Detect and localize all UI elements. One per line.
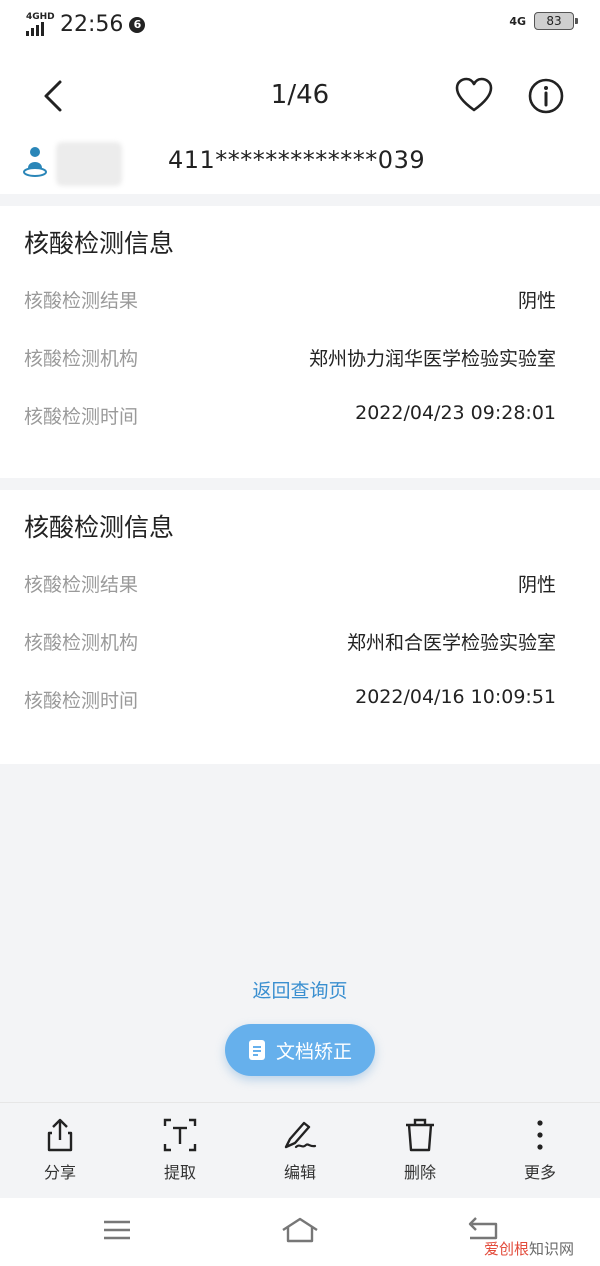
battery-icon: 83 bbox=[534, 12, 578, 30]
edit-label: 编辑 bbox=[283, 1163, 316, 1182]
edit-button[interactable]: 编辑 bbox=[250, 1117, 350, 1183]
row-value: 2022/04/23 09:28:01 bbox=[355, 402, 556, 424]
page-indicator: 1/46 bbox=[270, 80, 330, 110]
favorite-button[interactable] bbox=[454, 76, 494, 116]
row-label: 核酸检测时间 bbox=[24, 690, 139, 712]
extract-label: 提取 bbox=[163, 1163, 196, 1182]
status-bar: 4GHD 22:56 6 4G 83 bbox=[0, 0, 600, 50]
more-label: 更多 bbox=[523, 1163, 556, 1182]
fab-label: 文档矫正 bbox=[275, 1040, 352, 1063]
watermark-brand: 爱创根 bbox=[483, 1240, 529, 1258]
row-label: 核酸检测时间 bbox=[24, 406, 139, 428]
institution-row: 核酸检测机构 郑州和合医学检验实验室 bbox=[24, 628, 556, 658]
notification-count-badge: 6 bbox=[129, 16, 146, 33]
extract-button[interactable]: 提取 bbox=[130, 1117, 230, 1183]
clock: 22:56 bbox=[60, 12, 124, 37]
test-record-card: 核酸检测信息 核酸检测结果 阴性 核酸检测机构 郑州协力润华医学检验实验室 核酸… bbox=[0, 206, 600, 478]
document-correction-button[interactable]: 文档矫正 bbox=[225, 1024, 375, 1076]
watermark: 爱创根知识网 bbox=[484, 1238, 574, 1259]
more-vertical-icon bbox=[537, 1120, 543, 1150]
share-icon bbox=[47, 1118, 73, 1152]
id-row: 411*************039 bbox=[0, 142, 600, 194]
row-label: 核酸检测机构 bbox=[24, 348, 139, 370]
signal-indicator: 4GHD bbox=[26, 11, 55, 36]
network-4g-indicator: 4G bbox=[509, 14, 526, 28]
nav-home-button[interactable] bbox=[280, 1214, 320, 1246]
status-left: 4GHD 22:56 6 bbox=[26, 11, 146, 37]
menu-icon bbox=[104, 1220, 130, 1240]
row-value: 郑州和合医学检验实验室 bbox=[346, 632, 556, 654]
top-app-bar: 1/46 bbox=[0, 50, 600, 142]
delete-label: 删除 bbox=[403, 1163, 436, 1182]
text-extract-icon bbox=[163, 1118, 197, 1152]
bottom-toolbar: 分享 提取 编辑 删除 更多 bbox=[0, 1102, 600, 1199]
institution-row: 核酸检测机构 郑州协力润华医学检验实验室 bbox=[24, 344, 556, 374]
battery-level: 83 bbox=[546, 14, 562, 28]
result-row: 核酸检测结果 阴性 bbox=[24, 286, 556, 316]
delete-button[interactable]: 删除 bbox=[370, 1117, 470, 1183]
info-icon bbox=[528, 78, 564, 114]
heart-icon bbox=[455, 77, 493, 112]
info-button[interactable] bbox=[526, 76, 566, 116]
row-value: 2022/04/16 10:09:51 bbox=[355, 686, 556, 708]
card-title: 核酸检测信息 bbox=[24, 513, 175, 542]
id-number: 411*************039 bbox=[168, 146, 426, 174]
watermark-suffix: 知识网 bbox=[528, 1240, 574, 1258]
status-right: 4G 83 bbox=[509, 12, 578, 30]
result-row: 核酸检测结果 阴性 bbox=[24, 570, 556, 600]
person-location-icon bbox=[23, 147, 47, 177]
row-value: 阴性 bbox=[517, 574, 556, 596]
time-row: 核酸检测时间 2022/04/16 10:09:51 bbox=[24, 686, 556, 716]
document-icon bbox=[248, 1040, 265, 1060]
signature-pen-icon bbox=[284, 1121, 317, 1149]
share-button[interactable]: 分享 bbox=[10, 1117, 110, 1183]
share-label: 分享 bbox=[43, 1163, 76, 1182]
row-label: 核酸检测结果 bbox=[24, 574, 139, 596]
redacted-name bbox=[56, 142, 122, 186]
signal-bars-icon bbox=[26, 21, 52, 36]
network-type: 4GHD bbox=[26, 11, 55, 22]
back-to-query-link[interactable]: 返回查询页 bbox=[0, 976, 600, 1003]
test-record-card: 核酸检测信息 核酸检测结果 阴性 核酸检测机构 郑州和合医学检验实验室 核酸检测… bbox=[0, 490, 600, 764]
more-button[interactable]: 更多 bbox=[490, 1117, 590, 1183]
card-title: 核酸检测信息 bbox=[24, 229, 175, 258]
row-value: 郑州协力润华医学检验实验室 bbox=[308, 348, 556, 370]
trash-icon bbox=[406, 1118, 434, 1152]
row-label: 核酸检测结果 bbox=[24, 290, 139, 312]
row-label: 核酸检测机构 bbox=[24, 632, 139, 654]
row-value: 阴性 bbox=[517, 290, 556, 312]
time-row: 核酸检测时间 2022/04/23 09:28:01 bbox=[24, 402, 556, 432]
home-icon bbox=[282, 1217, 318, 1243]
nav-recents-button[interactable] bbox=[96, 1214, 136, 1246]
